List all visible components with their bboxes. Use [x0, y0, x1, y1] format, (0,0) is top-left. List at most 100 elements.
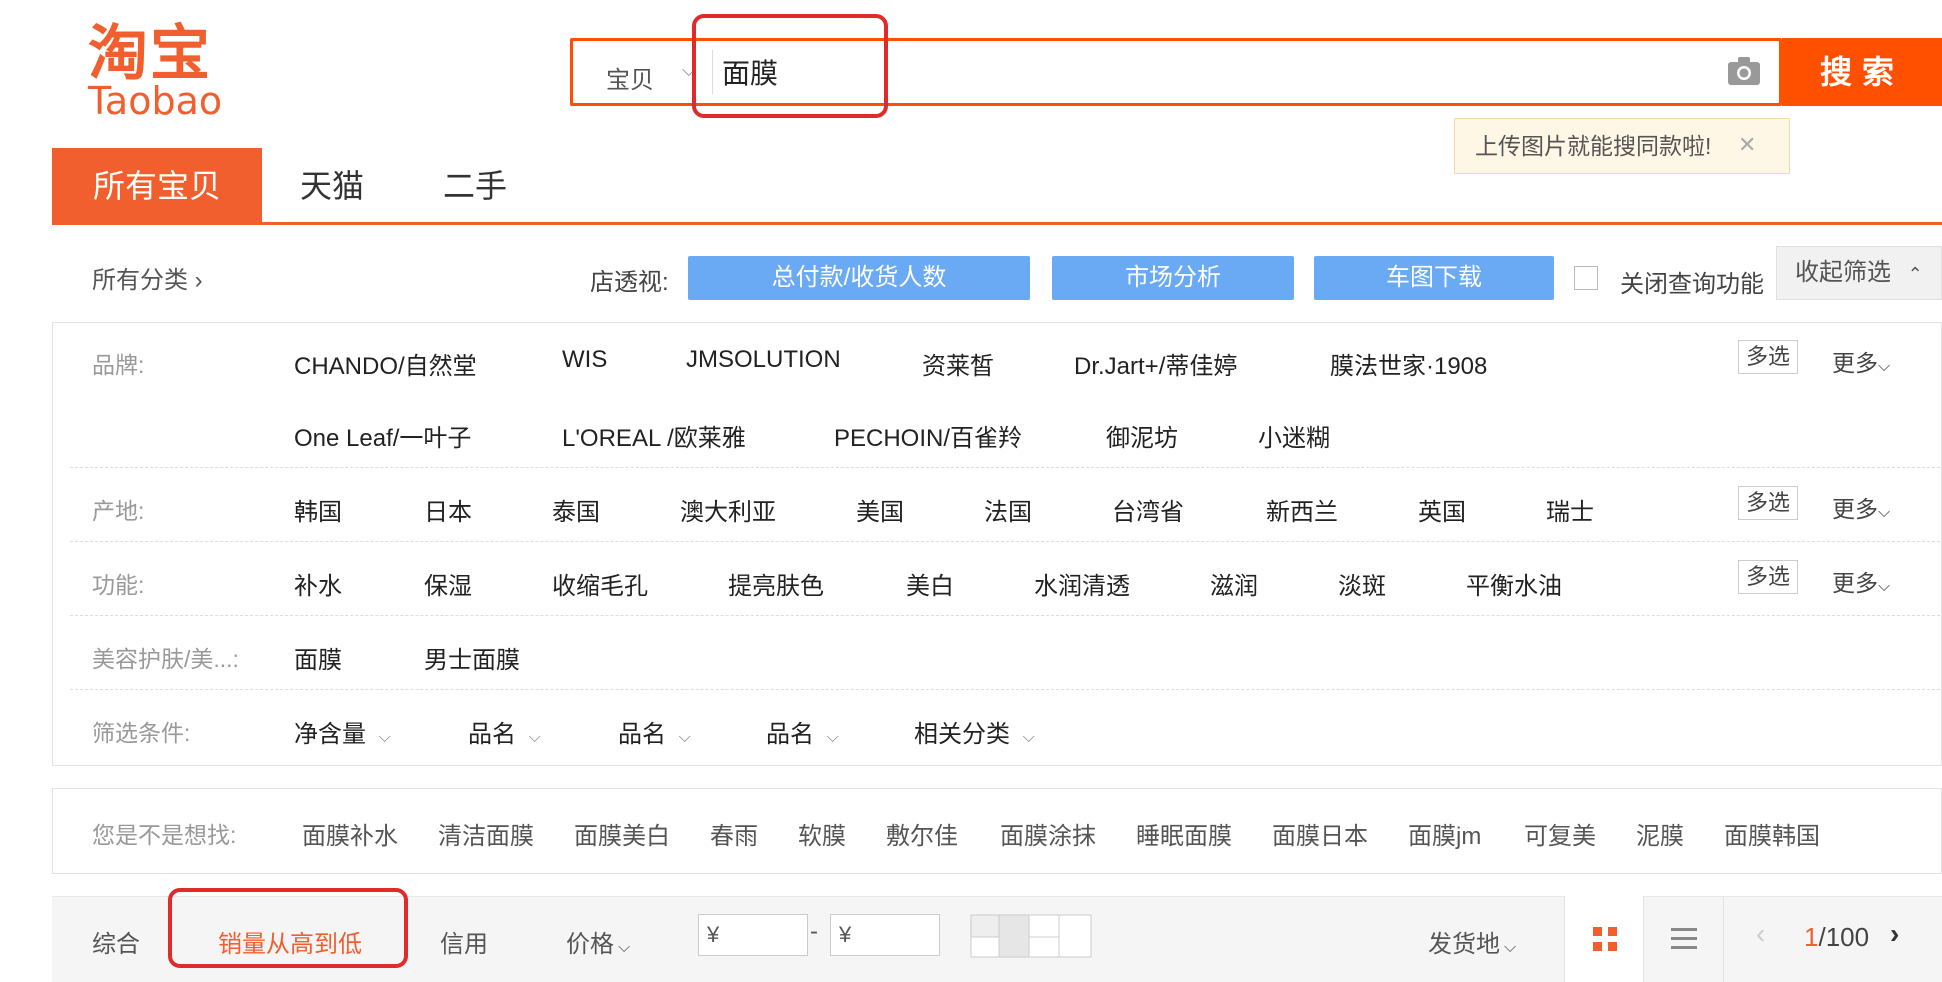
close-query-checkbox[interactable]	[1574, 266, 1598, 290]
brand-item[interactable]: 资莱皙	[922, 346, 994, 381]
beauty-category-item[interactable]: 男士面膜	[424, 640, 520, 675]
brand-item[interactable]: JMSOLUTION	[686, 346, 841, 374]
collapse-filter-button[interactable]: 收起筛选 ⌃	[1776, 246, 1942, 300]
search-type-select[interactable]: 宝贝	[606, 60, 654, 95]
list-view-button[interactable]	[1644, 896, 1724, 982]
brand-item[interactable]: 小迷糊	[1258, 418, 1330, 453]
origin-item[interactable]: 美国	[856, 492, 904, 527]
brand-more-button[interactable]: 更多⌵	[1832, 344, 1890, 378]
grid-view-button[interactable]	[1564, 896, 1644, 982]
price-range-dash: -	[810, 918, 818, 945]
suggest-item[interactable]: 清洁面膜	[438, 816, 534, 851]
chevron-down-icon: ⌵	[1878, 578, 1891, 595]
chevron-left-icon[interactable]: ‹	[1756, 918, 1765, 950]
tab-second-hand[interactable]: 二手	[400, 148, 550, 224]
brand-item[interactable]: CHANDO/自然堂	[294, 346, 477, 381]
sort-comprehensive[interactable]: 综合	[92, 924, 140, 959]
ship-from-dropdown[interactable]: 发货地 ⌵	[1428, 924, 1516, 959]
origin-more-button[interactable]: 更多⌵	[1832, 490, 1890, 524]
beauty-category-item[interactable]: 面膜	[294, 640, 342, 675]
taobao-logo-en[interactable]: Taobao	[88, 80, 222, 122]
close-icon[interactable]: ✕	[1738, 132, 1756, 158]
tab-all-items[interactable]: 所有宝贝	[52, 148, 262, 224]
row-divider	[70, 615, 1940, 616]
highlight-box-search	[692, 14, 888, 118]
brand-item[interactable]: Dr.Jart+/蒂佳婷	[1074, 346, 1237, 381]
chevron-right-icon[interactable]: ›	[1890, 918, 1899, 950]
filter-tag-icon[interactable]	[970, 914, 1092, 958]
chevron-down-icon: ⌵	[528, 729, 541, 746]
suggest-item[interactable]: 泥膜	[1636, 816, 1684, 851]
function-item[interactable]: 收缩毛孔	[552, 566, 648, 601]
search-button[interactable]: 搜索	[1782, 38, 1942, 106]
total-payment-button[interactable]: 总付款/收货人数	[688, 256, 1030, 300]
function-item[interactable]: 提亮肤色	[728, 566, 824, 601]
function-item[interactable]: 淡斑	[1338, 566, 1386, 601]
function-more-button[interactable]: 更多⌵	[1832, 564, 1890, 598]
chevron-down-icon: ⌵	[1878, 504, 1891, 521]
condition-dropdown[interactable]: 净含量 ⌵	[294, 714, 391, 749]
chevron-down-icon: ⌵	[1878, 358, 1891, 375]
suggest-item[interactable]: 春雨	[710, 816, 758, 851]
suggest-item[interactable]: 面膜日本	[1272, 816, 1368, 851]
origin-item[interactable]: 泰国	[552, 492, 600, 527]
image-download-button[interactable]: 车图下载	[1314, 256, 1554, 300]
origin-item[interactable]: 澳大利亚	[680, 492, 776, 527]
brand-item[interactable]: One Leaf/一叶子	[294, 418, 471, 453]
brand-item[interactable]: WIS	[562, 346, 607, 374]
origin-multi-select-button[interactable]: 多选	[1738, 486, 1798, 520]
origin-item[interactable]: 瑞士	[1546, 492, 1594, 527]
suggest-item[interactable]: 面膜韩国	[1724, 816, 1820, 851]
condition-dropdown[interactable]: 品名 ⌵	[618, 714, 691, 749]
origin-item[interactable]: 韩国	[294, 492, 342, 527]
function-item[interactable]: 保湿	[424, 566, 472, 601]
function-item[interactable]: 美白	[906, 566, 954, 601]
function-item[interactable]: 滋润	[1210, 566, 1258, 601]
condition-dropdown[interactable]: 相关分类 ⌵	[914, 714, 1035, 749]
sort-price[interactable]: 价格 ⌵	[566, 924, 630, 959]
origin-item[interactable]: 英国	[1418, 492, 1466, 527]
suggest-item[interactable]: 软膜	[798, 816, 846, 851]
market-analysis-button[interactable]: 市场分析	[1052, 256, 1294, 300]
price-max-input[interactable]	[830, 914, 940, 956]
condition-dropdown[interactable]: 品名 ⌵	[468, 714, 541, 749]
suggest-item[interactable]: 睡眠面膜	[1136, 816, 1232, 851]
suggest-item[interactable]: 面膜美白	[574, 816, 670, 851]
brand-item[interactable]: L'OREAL /欧莱雅	[562, 418, 746, 453]
shop-insight-label: 店透视:	[590, 269, 669, 296]
taobao-logo-cn[interactable]: 淘宝	[88, 22, 212, 86]
condition-dropdown[interactable]: 品名 ⌵	[766, 714, 839, 749]
chevron-down-icon: ⌵	[1504, 939, 1517, 956]
origin-item[interactable]: 台湾省	[1112, 492, 1184, 527]
row-divider	[70, 689, 1940, 690]
origin-item[interactable]: 新西兰	[1266, 492, 1338, 527]
origin-item[interactable]: 法国	[984, 492, 1032, 527]
brand-item[interactable]: 御泥坊	[1106, 418, 1178, 453]
chevron-down-icon: ⌵	[378, 729, 391, 746]
price-min-input[interactable]	[698, 914, 808, 956]
camera-icon[interactable]	[1727, 56, 1761, 86]
brand-label: 品牌:	[92, 352, 145, 378]
row-divider	[70, 467, 1940, 468]
chevron-down-icon: ⌵	[618, 939, 631, 956]
chevron-down-icon: ⌵	[678, 729, 691, 746]
brand-item[interactable]: 膜法世家·1908	[1330, 346, 1487, 381]
suggest-item[interactable]: 面膜涂抹	[1000, 816, 1096, 851]
suggest-label: 您是不是想找:	[92, 822, 237, 848]
function-multi-select-button[interactable]: 多选	[1738, 560, 1798, 594]
sort-credit[interactable]: 信用	[440, 924, 488, 959]
brand-item[interactable]: PECHOIN/百雀羚	[834, 418, 1022, 453]
function-item[interactable]: 平衡水油	[1466, 566, 1562, 601]
suggest-item[interactable]: 面膜补水	[302, 816, 398, 851]
suggest-item[interactable]: 可复美	[1524, 816, 1596, 851]
row-divider	[70, 541, 1940, 542]
suggest-item[interactable]: 面膜jm	[1408, 816, 1481, 851]
suggest-item[interactable]: 敷尔佳	[886, 816, 958, 851]
function-item[interactable]: 补水	[294, 566, 342, 601]
tab-tmall[interactable]: 天猫	[262, 148, 402, 224]
origin-item[interactable]: 日本	[424, 492, 472, 527]
function-item[interactable]: 水润清透	[1034, 566, 1130, 601]
chevron-right-icon: ›	[194, 267, 203, 294]
all-categories-link[interactable]: 所有分类 ›	[92, 260, 203, 295]
brand-multi-select-button[interactable]: 多选	[1738, 340, 1798, 374]
